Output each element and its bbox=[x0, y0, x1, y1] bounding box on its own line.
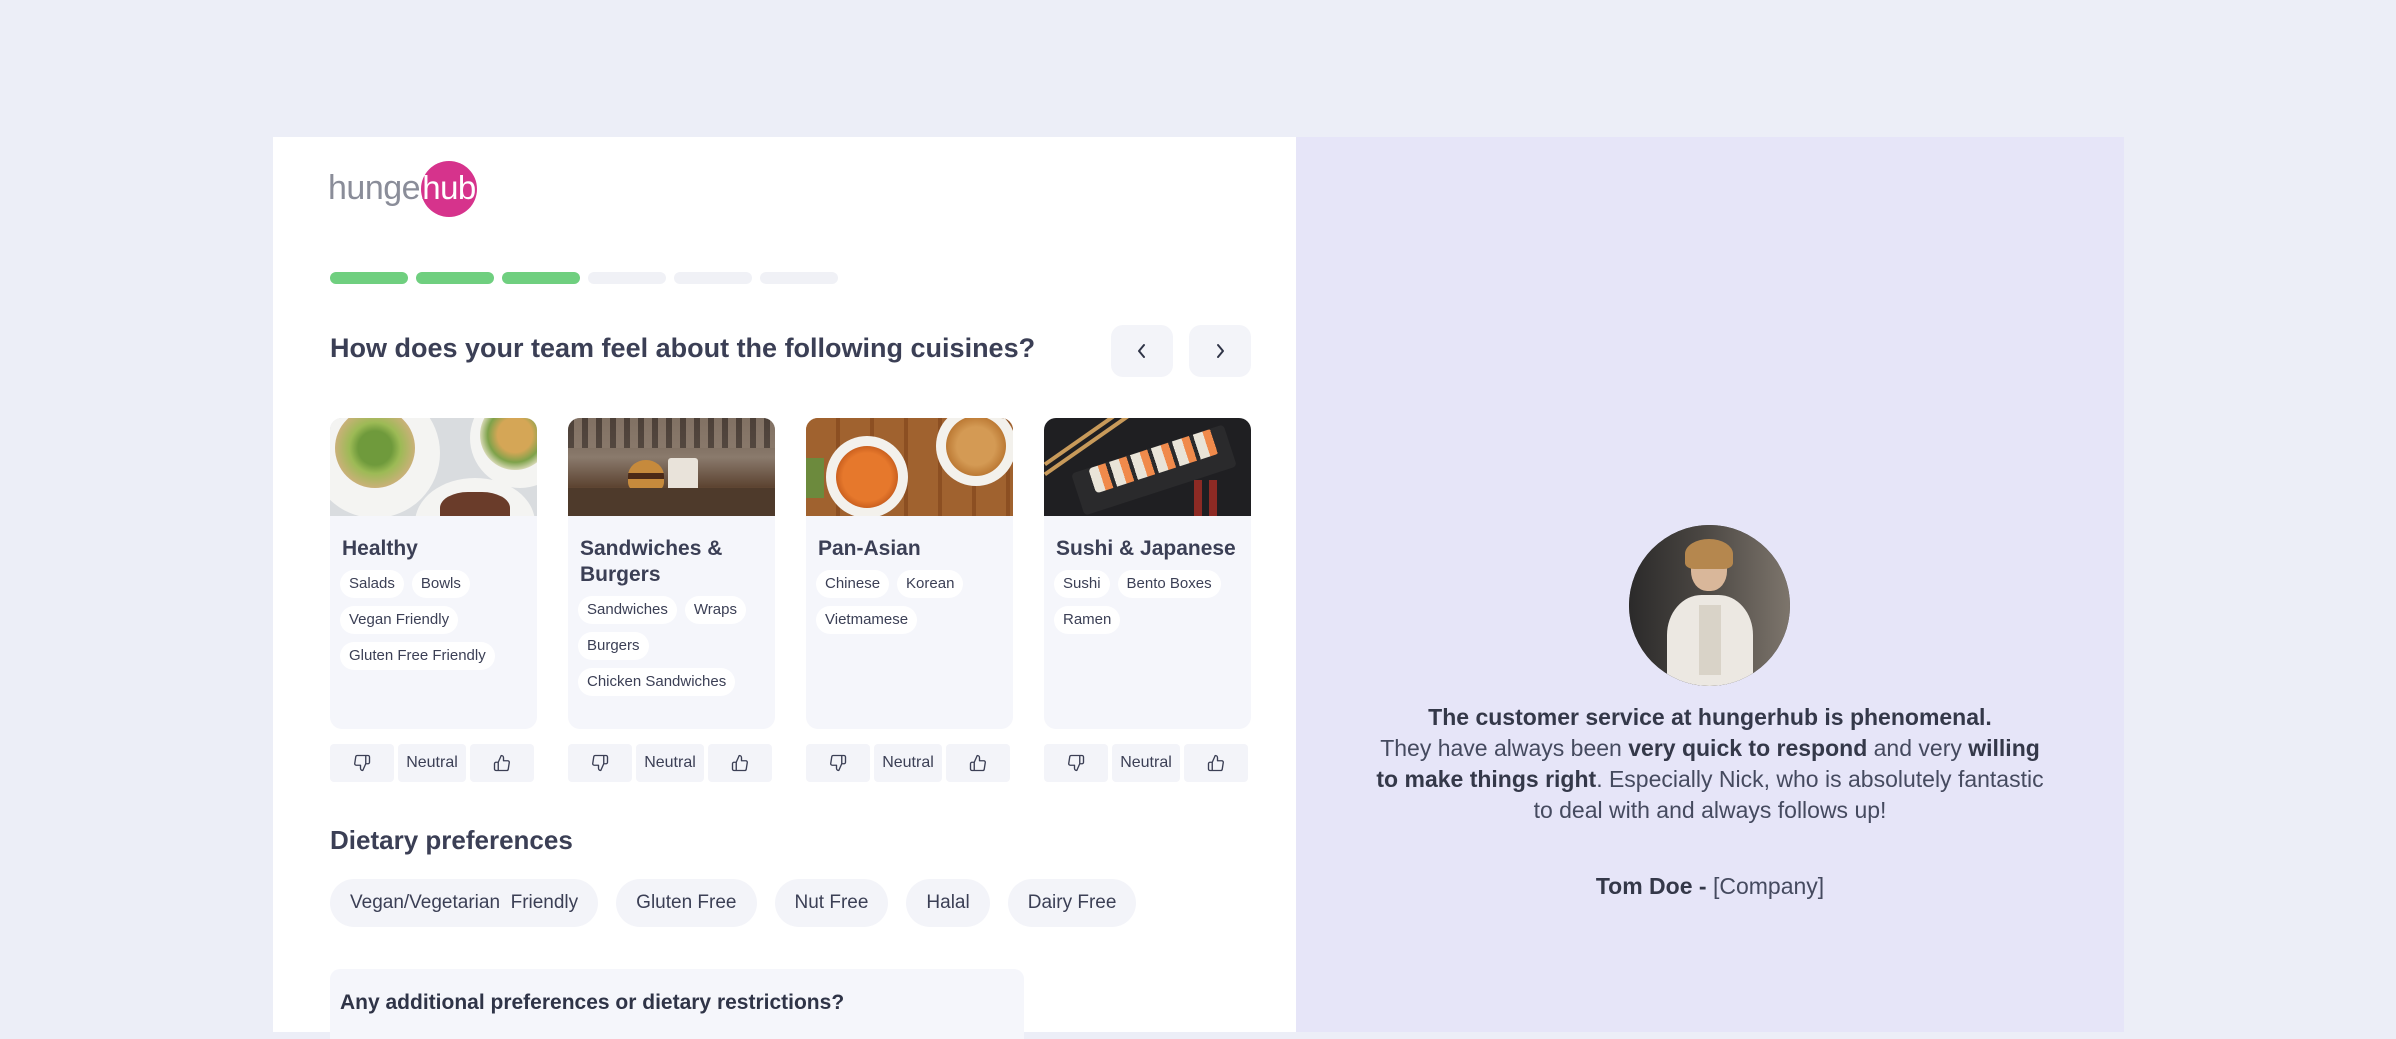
cuisine-tag: Gluten Free Friendly bbox=[340, 642, 495, 670]
neutral-button[interactable]: Neutral bbox=[398, 744, 466, 782]
cuisine-tag: Sandwiches bbox=[578, 596, 677, 624]
testimonial-author: Tom Doe - [Company] bbox=[1376, 873, 2044, 900]
thumbs-down-icon bbox=[592, 754, 609, 772]
thumbs-up-icon bbox=[969, 754, 986, 772]
thumbs-up-button[interactable] bbox=[1184, 744, 1248, 782]
dietary-chip-dairy-free[interactable]: Dairy Free bbox=[1007, 879, 1137, 927]
cuisine-tag: Vietmamese bbox=[816, 606, 918, 634]
quote-text: . Especially Nick, who is absolutely fan… bbox=[1533, 766, 2044, 823]
chevron-left-icon bbox=[1138, 344, 1145, 358]
burger-restaurant-image bbox=[568, 418, 775, 516]
cuisine-tags: Salads Bowls Vegan Friendly Gluten Free … bbox=[330, 570, 537, 670]
author-name: Tom Doe bbox=[1595, 873, 1693, 899]
thumbs-up-button[interactable] bbox=[946, 744, 1010, 782]
cuisine-tag: Chicken Sandwiches bbox=[578, 668, 736, 696]
progress-step-2 bbox=[416, 272, 494, 284]
thumbs-up-button[interactable] bbox=[708, 744, 772, 782]
logo-text-hunger: hunger bbox=[328, 169, 431, 207]
neutral-button[interactable]: Neutral bbox=[874, 744, 942, 782]
testimonial-quote: The customer service at hungerhub is phe… bbox=[1376, 702, 2044, 826]
cuisine-tags: Sushi Bento Boxes Ramen bbox=[1044, 570, 1251, 634]
cuisine-title: Healthy bbox=[342, 537, 418, 560]
cuisine-tag: Sushi bbox=[1054, 570, 1110, 598]
quote-text: and very bbox=[1867, 735, 1969, 761]
cuisine-title: Sandwiches & Burgers bbox=[580, 537, 723, 586]
thumbs-down-button[interactable] bbox=[1044, 744, 1108, 782]
healthy-food-image bbox=[330, 418, 537, 516]
question-title: How does your team feel about the follow… bbox=[330, 333, 1036, 363]
neutral-button[interactable]: Neutral bbox=[636, 744, 704, 782]
quote-text: They have always been bbox=[1380, 735, 1629, 761]
progress-step-3 bbox=[502, 272, 580, 284]
cuisine-tag: Bowls bbox=[411, 570, 470, 598]
onboarding-panel: hunger hub How does your team feel about… bbox=[273, 137, 1296, 1039]
cuisine-card-sushi-japanese: Sushi & Japanese Sushi Bento Boxes Ramen… bbox=[1044, 418, 1251, 782]
quote-emphasis: very quick to respond bbox=[1628, 735, 1868, 761]
cuisine-cards: Healthy Salads Bowls Vegan Friendly Glut… bbox=[330, 418, 1251, 782]
cuisine-tags: Sandwiches Wraps Burgers Chicken Sandwic… bbox=[568, 596, 775, 696]
cuisine-card-pan-asian: Pan-Asian Chinese Korean Vietmamese Neut… bbox=[806, 418, 1013, 782]
testimonial-panel: The customer service at hungerhub is phe… bbox=[1296, 137, 2124, 1032]
step-progress-bar bbox=[330, 272, 838, 284]
cuisine-card-sandwiches-burgers: Sandwiches & Burgers Sandwiches Wraps Bu… bbox=[568, 418, 775, 782]
rating-controls: Neutral bbox=[806, 744, 1013, 782]
cuisine-title: Pan-Asian bbox=[818, 537, 921, 560]
dietary-options: Vegan/Vegetarian Friendly Gluten Free Nu… bbox=[330, 879, 1137, 927]
thumbs-up-icon bbox=[1207, 754, 1224, 772]
additional-preferences-field[interactable]: Any additional preferences or dietary re… bbox=[330, 969, 1024, 1039]
cuisine-card-healthy: Healthy Salads Bowls Vegan Friendly Glut… bbox=[330, 418, 537, 782]
thumbs-down-button[interactable] bbox=[806, 744, 870, 782]
cuisine-tag: Korean bbox=[897, 570, 964, 598]
previous-button[interactable] bbox=[1111, 325, 1173, 377]
rating-controls: Neutral bbox=[568, 744, 775, 782]
cuisine-tags: Chinese Korean Vietmamese bbox=[806, 570, 1013, 634]
dietary-chip-halal[interactable]: Halal bbox=[906, 879, 990, 927]
cuisine-tag: Wraps bbox=[684, 596, 746, 624]
neutral-button[interactable]: Neutral bbox=[1112, 744, 1180, 782]
additional-preferences-label: Any additional preferences or dietary re… bbox=[340, 991, 845, 1014]
logo-text-hub: hub bbox=[421, 161, 477, 217]
cuisine-tag: Salads bbox=[340, 570, 404, 598]
sushi-image bbox=[1044, 418, 1251, 516]
progress-step-6 bbox=[760, 272, 838, 284]
hungerhub-logo: hunger hub bbox=[328, 161, 488, 219]
cuisine-tag: Burgers bbox=[578, 632, 649, 660]
author-separator: - bbox=[1692, 873, 1713, 899]
thumbs-up-button[interactable] bbox=[470, 744, 534, 782]
dietary-chip-vegan-vegetarian[interactable]: Vegan/Vegetarian Friendly bbox=[330, 879, 599, 927]
thumbs-down-icon bbox=[354, 754, 371, 772]
cuisine-title: Sushi & Japanese bbox=[1056, 537, 1236, 560]
chevron-right-icon bbox=[1217, 344, 1224, 358]
dietary-preferences-title: Dietary preferences bbox=[330, 825, 573, 855]
cuisine-tag: Bento Boxes bbox=[1117, 570, 1221, 598]
progress-step-1 bbox=[330, 272, 408, 284]
quote-line-1: The customer service at hungerhub is phe… bbox=[1428, 704, 1992, 730]
cuisine-tag: Vegan Friendly bbox=[340, 606, 459, 634]
author-company: [Company] bbox=[1712, 873, 1825, 899]
thumbs-up-icon bbox=[493, 754, 510, 772]
dietary-chip-nut-free[interactable]: Nut Free bbox=[774, 879, 889, 927]
cuisine-tag: Ramen bbox=[1054, 606, 1121, 634]
avatar bbox=[1629, 525, 1790, 686]
next-button[interactable] bbox=[1189, 325, 1251, 377]
thumbs-down-button[interactable] bbox=[330, 744, 394, 782]
thumbs-down-icon bbox=[1068, 754, 1085, 772]
thumbs-down-icon bbox=[830, 754, 847, 772]
pan-asian-food-image bbox=[806, 418, 1013, 516]
rating-controls: Neutral bbox=[1044, 744, 1251, 782]
dietary-chip-gluten-free[interactable]: Gluten Free bbox=[616, 879, 757, 927]
rating-controls: Neutral bbox=[330, 744, 537, 782]
progress-step-4 bbox=[588, 272, 666, 284]
thumbs-up-icon bbox=[731, 754, 748, 772]
progress-step-5 bbox=[674, 272, 752, 284]
cuisine-tag: Chinese bbox=[816, 570, 890, 598]
thumbs-down-button[interactable] bbox=[568, 744, 632, 782]
